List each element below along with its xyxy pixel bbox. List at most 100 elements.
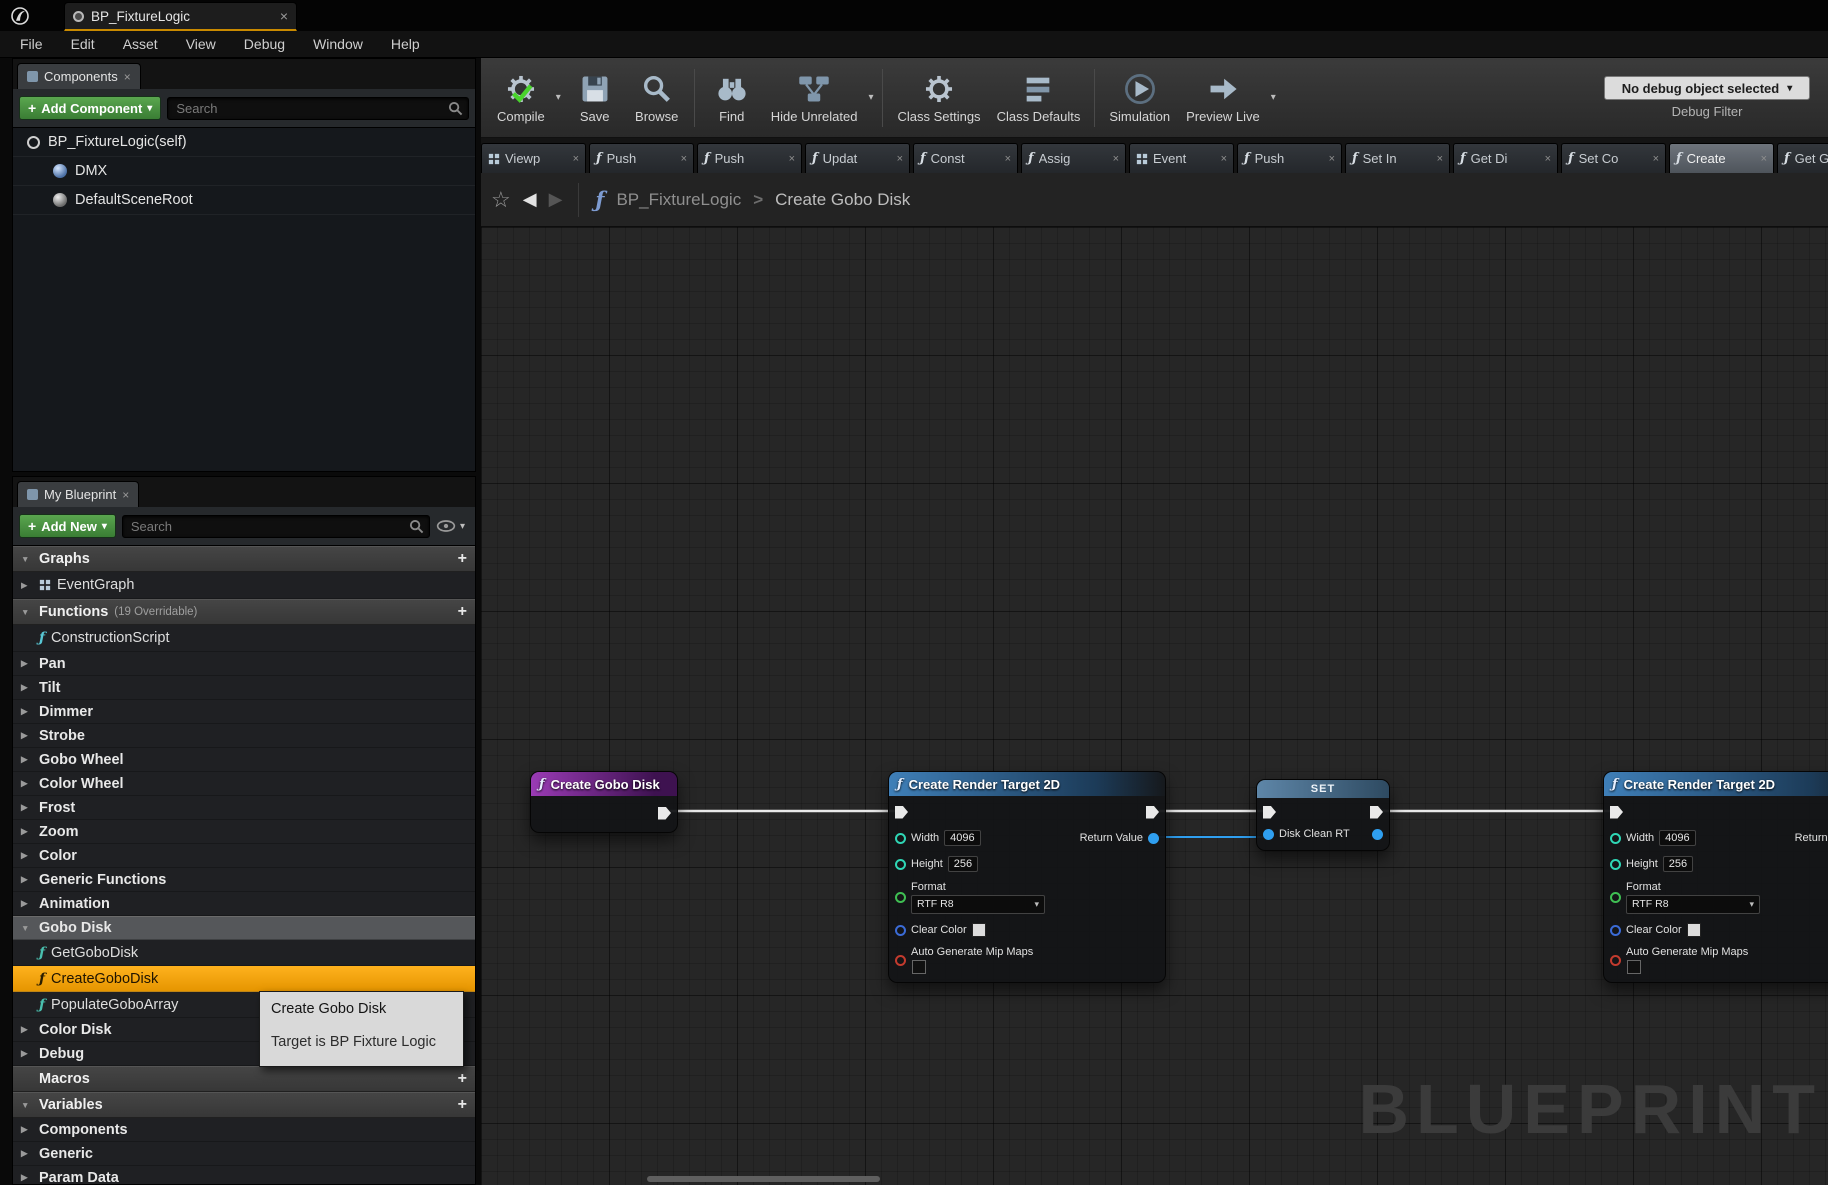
compile-options-caret[interactable]: ▾ [553,92,564,103]
expander-icon[interactable]: ▶ [21,682,33,693]
tab-components[interactable]: Components × [17,63,141,89]
add-component-button[interactable]: + Add Component ▾ [19,96,161,120]
close-icon[interactable]: × [1005,153,1011,165]
expander-icon[interactable]: ▼ [21,607,33,617]
node-create-render-target-2d-2[interactable]: ƒ Create Render Target 2D Width 4096 Ret… [1603,771,1828,983]
auto-generate-mip-maps-checkbox[interactable] [912,960,926,974]
hide-unrelated-caret[interactable]: ▾ [865,92,876,103]
disk-clean-rt-input-pin[interactable] [1263,829,1274,840]
category-zoom[interactable]: ▶Zoom [13,820,475,844]
category-gobo-wheel[interactable]: ▶Gobo Wheel [13,748,475,772]
expander-icon[interactable]: ▶ [21,580,33,591]
width-pin[interactable] [1610,833,1621,844]
add-macro-button[interactable]: + [458,1070,467,1088]
class-settings-button[interactable]: Class Settings [889,62,988,134]
menu-view[interactable]: View [172,36,230,52]
clear-color-swatch[interactable] [972,923,986,937]
graph-horizontal-scrollbar[interactable] [647,1176,880,1182]
auto-generate-mip-maps-pin[interactable] [1610,955,1621,966]
clear-color-swatch[interactable] [1687,923,1701,937]
category-strobe[interactable]: ▶Strobe [13,724,475,748]
format-dropdown[interactable]: RTF R8 ▾ [1626,895,1760,914]
height-pin[interactable] [1610,859,1621,870]
close-icon[interactable]: × [280,8,288,24]
doc-tab-push-3[interactable]: ƒPush× [1237,143,1342,173]
menu-debug[interactable]: Debug [230,36,299,52]
category-color-wheel[interactable]: ▶Color Wheel [13,772,475,796]
component-row-dmx[interactable]: DMX [13,157,475,186]
debug-object-dropdown[interactable]: No debug object selected ▾ [1604,76,1810,100]
height-pin[interactable] [895,859,906,870]
close-icon[interactable]: × [1761,153,1767,165]
set-output-pin[interactable] [1372,829,1383,840]
format-pin[interactable] [895,892,906,903]
node-header[interactable]: ƒ Create Render Target 2D [1604,772,1828,796]
exec-output-pin[interactable] [1146,806,1159,819]
category-frost[interactable]: ▶Frost [13,796,475,820]
expander-icon[interactable]: ▼ [21,1100,33,1110]
components-search-input[interactable] [167,97,469,120]
list-item-eventgraph[interactable]: ▶ EventGraph [13,572,475,599]
function-get-gobo-disk[interactable]: ƒ GetGoboDisk [13,940,475,966]
category-pan[interactable]: ▶Pan [13,652,475,676]
height-value-input[interactable]: 256 [1663,856,1693,872]
exec-output-pin[interactable] [1370,806,1383,819]
width-value-input[interactable]: 4096 [1659,830,1695,846]
doc-tab-viewport[interactable]: Viewp× [481,143,586,173]
menu-help[interactable]: Help [377,36,434,52]
doc-tab-push-2[interactable]: ƒPush× [697,143,802,173]
my-blueprint-search-input[interactable] [122,515,430,538]
expander-icon[interactable]: ▶ [21,1048,33,1059]
browse-button[interactable]: Browse [626,62,688,134]
compile-button[interactable]: Compile [489,62,553,134]
expander-icon[interactable]: ▶ [21,658,33,669]
section-functions[interactable]: ▼ Functions (19 Overridable) + [13,599,475,625]
navigate-back-button[interactable]: ◀ [523,189,537,210]
close-icon[interactable]: × [124,70,131,84]
navigate-forward-button[interactable]: ▶ [549,189,563,210]
class-defaults-button[interactable]: Class Defaults [989,62,1089,134]
expander-icon[interactable]: ▶ [21,1172,33,1183]
expander-icon[interactable]: ▶ [21,874,33,885]
close-icon[interactable]: × [1221,153,1227,165]
preview-live-button[interactable]: Preview Live [1178,62,1268,134]
category-gobo-disk[interactable]: ▼ Gobo Disk [13,916,475,940]
exec-input-pin[interactable] [895,806,908,819]
close-icon[interactable]: × [1437,153,1443,165]
category-animation[interactable]: ▶Animation [13,892,475,916]
section-variables[interactable]: ▼ Variables + [13,1092,475,1118]
node-create-gobo-disk-entry[interactable]: ƒ Create Gobo Disk [530,771,678,833]
category-generic-functions[interactable]: ▶Generic Functions [13,868,475,892]
auto-generate-mip-maps-checkbox[interactable] [1627,960,1641,974]
expander-icon[interactable]: ▶ [21,778,33,789]
expander-icon[interactable]: ▶ [21,826,33,837]
variable-category-components[interactable]: ▶Components [13,1118,475,1142]
exec-input-pin[interactable] [1610,806,1623,819]
save-button[interactable]: Save [564,62,626,134]
node-header[interactable]: ƒ Create Render Target 2D [889,772,1165,796]
expander-icon[interactable]: ▶ [21,706,33,717]
menu-window[interactable]: Window [299,36,377,52]
doc-tab-push-1[interactable]: ƒPush× [589,143,694,173]
node-header[interactable]: ƒ Create Gobo Disk [531,772,677,796]
height-value-input[interactable]: 256 [948,856,978,872]
add-variable-button[interactable]: + [458,1096,467,1114]
doc-tab-const[interactable]: ƒConst× [913,143,1018,173]
component-row-self[interactable]: BP_FixtureLogic(self) [13,128,475,157]
doc-tab-update[interactable]: ƒUpdat× [805,143,910,173]
preview-live-caret[interactable]: ▾ [1268,92,1279,103]
format-dropdown[interactable]: RTF R8 ▾ [911,895,1045,914]
hide-unrelated-button[interactable]: Hide Unrelated [763,62,866,134]
node-create-render-target-2d-1[interactable]: ƒ Create Render Target 2D Width 4096 Ret… [888,771,1166,983]
exec-output-pin[interactable] [658,807,671,820]
tab-my-blueprint[interactable]: My Blueprint × [17,481,139,507]
function-create-gobo-disk-selected[interactable]: ƒ CreateGoboDisk [13,966,475,992]
menu-asset[interactable]: Asset [109,36,172,52]
expander-icon[interactable]: ▶ [21,898,33,909]
expander-icon[interactable]: ▶ [21,1148,33,1159]
breadcrumb-root[interactable]: BP_FixtureLogic [616,190,741,210]
list-item-construction-script[interactable]: ƒ ConstructionScript [13,625,475,652]
exec-input-pin[interactable] [1263,806,1276,819]
close-icon[interactable]: × [1329,153,1335,165]
expander-icon[interactable]: ▶ [21,730,33,741]
